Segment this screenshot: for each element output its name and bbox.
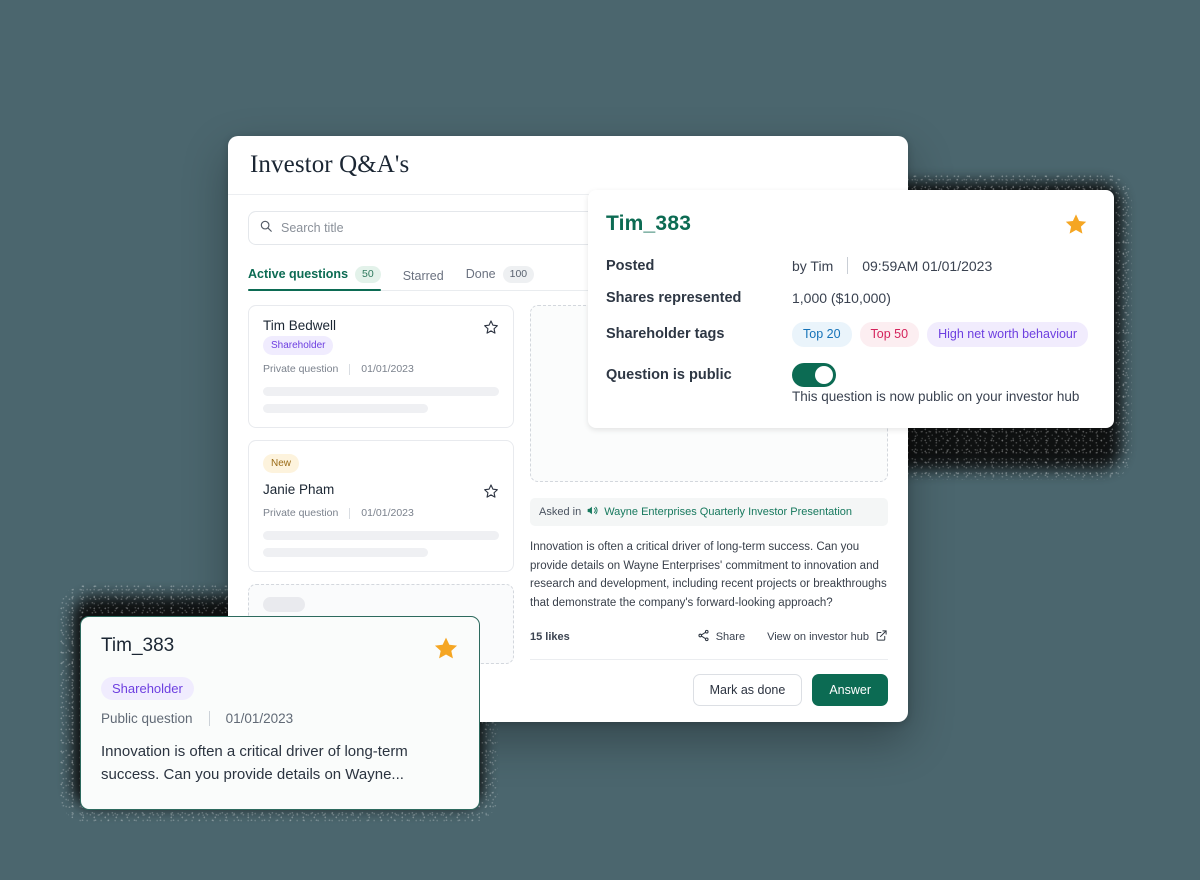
question-body-text: Innovation is often a critical driver of…: [530, 541, 887, 609]
likes-count: 15 likes: [530, 630, 570, 643]
tab-active-questions-count: 50: [355, 265, 381, 283]
tab-starred[interactable]: Starred: [403, 269, 444, 290]
popup-tags-value: Top 20 Top 50 High net worth behaviour: [792, 322, 1089, 347]
preview-card-meta: Public question 01/01/2023: [101, 711, 459, 726]
skeleton-line: [263, 548, 429, 557]
star-outline-icon[interactable]: [483, 318, 499, 335]
tab-active-questions-label: Active questions: [248, 267, 349, 282]
preview-card-visibility: Public question: [101, 711, 193, 726]
preview-card-tag: Shareholder: [101, 677, 194, 700]
shareholder-tag-top-20: Top 20: [792, 322, 852, 347]
answer-button[interactable]: Answer: [812, 673, 888, 706]
meta-divider: [349, 363, 351, 375]
popup-header: Tim_383: [606, 212, 1088, 241]
question-detail-popup: Tim_383 Posted by Tim 09:59AM 01/01/2023…: [588, 190, 1114, 428]
view-hub-label: View on investor hub: [767, 630, 869, 643]
mark-as-done-button[interactable]: Mark as done: [692, 673, 803, 706]
shareholder-tag-high-net-worth: High net worth behaviour: [927, 322, 1089, 347]
tab-active-questions[interactable]: Active questions 50: [248, 265, 381, 292]
question-card-janie-pham[interactable]: New Janie Pham Private question 01/01/20…: [248, 440, 514, 572]
skeleton-line: [263, 404, 429, 413]
engagement-bar: 15 likes Share View on investor hub: [530, 629, 888, 660]
popup-row-posted: Posted by Tim 09:59AM 01/01/2023: [606, 257, 1088, 274]
popup-public-value: [792, 362, 836, 387]
engagement-actions: Share View on investor hub: [697, 629, 888, 645]
star-filled-icon[interactable]: [433, 635, 459, 666]
view-on-investor-hub-link[interactable]: View on investor hub: [767, 629, 888, 645]
popup-row-public: Question is public: [606, 362, 1088, 387]
question-card-visibility: Private question: [263, 363, 339, 375]
shareholder-tag-top-50: Top 50: [859, 322, 920, 347]
external-link-icon: [875, 629, 888, 645]
question-card-meta: Private question 01/01/2023: [263, 363, 499, 375]
stage: Investor Q&A's Active questions 50: [0, 0, 1200, 880]
question-card-tim-bedwell[interactable]: Tim Bedwell Shareholder Private question: [248, 305, 514, 428]
question-card-header: Tim Bedwell: [263, 318, 499, 335]
megaphone-icon: [586, 504, 599, 520]
popup-tags-key: Shareholder tags: [606, 326, 725, 343]
skeleton-line: [263, 387, 499, 396]
popup-shares-value: 1,000 ($10,000): [792, 290, 891, 306]
star-filled-icon[interactable]: [1064, 212, 1088, 241]
popup-public-key: Question is public: [606, 366, 732, 383]
page-title: Investor Q&A's: [250, 151, 410, 178]
asked-in-label: Asked in: [539, 506, 582, 518]
public-toggle-hint: This question is now public on your inve…: [792, 388, 1080, 404]
meta-divider: [208, 711, 210, 726]
question-card-header: Janie Pham: [263, 482, 499, 499]
popup-value-divider: [847, 257, 849, 274]
share-label: Share: [715, 630, 746, 643]
question-card-name: Janie Pham: [263, 482, 335, 497]
question-card-visibility: Private question: [263, 507, 339, 519]
question-card-tag: Shareholder: [263, 336, 334, 355]
question-card-badge-new: New: [263, 454, 300, 473]
asked-in-event-link[interactable]: Wayne Enterprises Quarterly Investor Pre…: [604, 506, 852, 518]
question-card-meta: Private question 01/01/2023: [263, 507, 499, 519]
tab-done-label: Done: [465, 267, 496, 282]
question-public-toggle[interactable]: [792, 362, 836, 387]
popup-title: Tim_383: [606, 212, 692, 235]
question-card-name: Tim Bedwell: [263, 318, 337, 333]
skeleton-line: [263, 531, 499, 540]
tab-done[interactable]: Done 100: [465, 265, 535, 290]
popup-posted-key: Posted: [606, 257, 655, 274]
toggle-knob: [815, 365, 833, 384]
share-icon: [697, 629, 710, 645]
tab-done-count: 100: [502, 265, 535, 283]
popup-posted-value: by Tim 09:59AM 01/01/2023: [792, 257, 992, 274]
popup-posted-author: by Tim: [792, 257, 834, 274]
preview-card-name: Tim_383: [101, 635, 175, 656]
question-preview-card[interactable]: Tim_383 Shareholder Public question 01/0…: [80, 616, 480, 810]
tab-starred-label: Starred: [402, 269, 444, 283]
search-icon: [259, 219, 281, 238]
asked-in-bar: Asked in Wayne Enterprises Quarterly Inv…: [530, 498, 888, 526]
detail-action-buttons: Mark as done Answer: [530, 660, 888, 723]
question-card-date: 01/01/2023: [361, 363, 414, 375]
app-header: Investor Q&A's: [228, 136, 908, 195]
placeholder-pill: [263, 597, 305, 612]
share-button[interactable]: Share: [697, 629, 745, 645]
popup-posted-timestamp: 09:59AM 01/01/2023: [862, 257, 993, 274]
question-card-date: 01/01/2023: [361, 507, 414, 519]
popup-row-tags: Shareholder tags Top 20 Top 50 High net …: [606, 322, 1089, 347]
preview-card-date: 01/01/2023: [225, 711, 294, 726]
preview-card-excerpt: Innovation is often a critical driver of…: [101, 743, 408, 784]
preview-card-header: Tim_383: [101, 635, 459, 666]
meta-divider: [349, 507, 351, 519]
popup-shares-key: Shares represented: [606, 290, 742, 306]
star-outline-icon[interactable]: [483, 482, 499, 499]
popup-row-shares: Shares represented 1,000 ($10,000): [606, 290, 1088, 306]
